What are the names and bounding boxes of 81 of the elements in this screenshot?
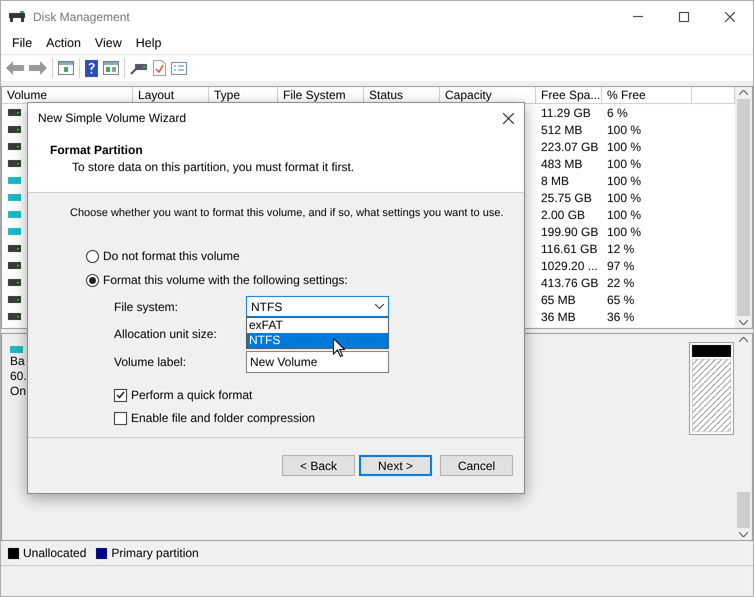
table-cell-text: 11.29 GB xyxy=(540,106,592,120)
window-title: Disk Management xyxy=(33,10,130,24)
disk-info-text: 60. xyxy=(10,369,27,383)
radio-button[interactable] xyxy=(86,250,99,262)
scroll-up-icon[interactable] xyxy=(739,337,748,342)
chevron-down-icon xyxy=(375,304,384,309)
menu-item[interactable]: Help xyxy=(128,36,168,50)
forward-arrow-icon[interactable] xyxy=(29,61,47,75)
column-header[interactable]: Free Spa... xyxy=(536,87,602,104)
table-cell-text: 65 % xyxy=(606,292,636,306)
table-cell-text: 483 MB xyxy=(540,156,584,170)
instruction-text: Choose whether you want to format this volume, and if so, what settings you want to use. xyxy=(70,206,504,220)
scrollbar-thumb[interactable] xyxy=(737,492,750,528)
checklist-icon[interactable] xyxy=(171,62,187,74)
table-cell-text: 12 % xyxy=(606,242,636,256)
dialog-title: New Simple Volume Wizard xyxy=(38,111,186,125)
table-cell-text: 25.75 GB xyxy=(540,190,593,204)
radio-button[interactable] xyxy=(86,274,99,286)
connector-icon[interactable] xyxy=(130,61,148,75)
close-icon[interactable] xyxy=(503,112,514,124)
table-cell-text: 1029.20 ... xyxy=(540,258,599,272)
legend-label: Unallocated xyxy=(23,546,86,560)
scrollbar-thumb[interactable] xyxy=(737,99,750,316)
table-cell-text: 22 % xyxy=(606,276,636,290)
disk-app-icon xyxy=(9,10,25,22)
table-cell-text: 2.00 GB xyxy=(540,208,586,222)
table-cell-text: 100 % xyxy=(606,174,642,188)
menu-item[interactable]: View xyxy=(88,36,129,50)
checkbox-label: Perform a quick format xyxy=(131,388,252,402)
table-cell-text: 100 % xyxy=(606,208,642,222)
table-cell-text: 413.76 GB xyxy=(540,276,600,290)
table-cell-text: 199.90 GB xyxy=(540,224,600,238)
checkbox[interactable] xyxy=(114,388,127,402)
table-cell-text: 512 MB xyxy=(540,122,584,136)
legend-label: Primary partition xyxy=(111,546,199,560)
radio-label: Format this volume with the following settings: xyxy=(103,273,348,287)
table-cell-text: 6 % xyxy=(606,106,629,120)
table-cell-text: 100 % xyxy=(606,140,642,154)
back-arrow-icon[interactable] xyxy=(6,61,24,75)
scroll-up-icon[interactable] xyxy=(739,90,748,95)
menu-item[interactable]: File xyxy=(5,36,40,50)
wizard-button[interactable]: < Back xyxy=(282,455,355,476)
field-label: Allocation unit size: xyxy=(114,327,218,341)
table-cell-text: 100 % xyxy=(606,122,642,136)
scrollbar[interactable] xyxy=(735,334,752,540)
checked-document-icon[interactable] xyxy=(153,60,166,76)
help-icon[interactable] xyxy=(85,60,98,76)
table-cell-text: 8 MB xyxy=(540,174,570,188)
wizard-button[interactable]: Cancel xyxy=(440,455,513,476)
table-cell-text: 100 % xyxy=(606,224,642,238)
table-cell-text: 116.61 GB xyxy=(540,242,598,256)
dropdown-option[interactable]: NTFS xyxy=(247,333,388,348)
unallocated-partition[interactable] xyxy=(689,342,734,435)
table-cell-text: 100 % xyxy=(606,190,642,204)
maximize-icon[interactable] xyxy=(679,12,689,22)
disk-info-text: On xyxy=(10,384,27,398)
volume-label-field[interactable]: New Volume xyxy=(246,351,389,373)
column-header[interactable]: % Free xyxy=(602,87,692,104)
checkbox-label: Enable file and folder compression xyxy=(131,411,316,425)
menu-item[interactable]: Action xyxy=(39,36,88,50)
drive-icon xyxy=(10,346,23,353)
field-label: File system: xyxy=(114,300,180,314)
table-cell-text: 100 % xyxy=(606,156,642,170)
page-subtitle: To store data on this partition, you must format it first. xyxy=(71,160,356,174)
table-cell-text: 97 % xyxy=(606,258,636,272)
scroll-down-icon[interactable] xyxy=(739,532,748,537)
radio-label: Do not format this volume xyxy=(103,249,240,263)
scroll-down-icon[interactable] xyxy=(739,320,748,325)
table-cell-text: 223.07 GB xyxy=(540,140,600,154)
close-icon[interactable] xyxy=(725,12,735,22)
panel-icon[interactable] xyxy=(103,61,119,75)
scrollbar[interactable] xyxy=(735,87,752,328)
table-cell-text: 36 % xyxy=(606,310,636,324)
field-label: Volume label: xyxy=(114,355,188,369)
page-heading: Format Partition xyxy=(50,143,144,157)
checkbox[interactable] xyxy=(114,412,127,424)
disk-info-text: Ba xyxy=(10,354,26,368)
panel-icon[interactable] xyxy=(58,61,74,75)
table-cell-text: 36 MB xyxy=(540,310,577,324)
wizard-button[interactable]: Next > xyxy=(359,455,432,476)
table-cell-text: 65 MB xyxy=(540,292,577,306)
